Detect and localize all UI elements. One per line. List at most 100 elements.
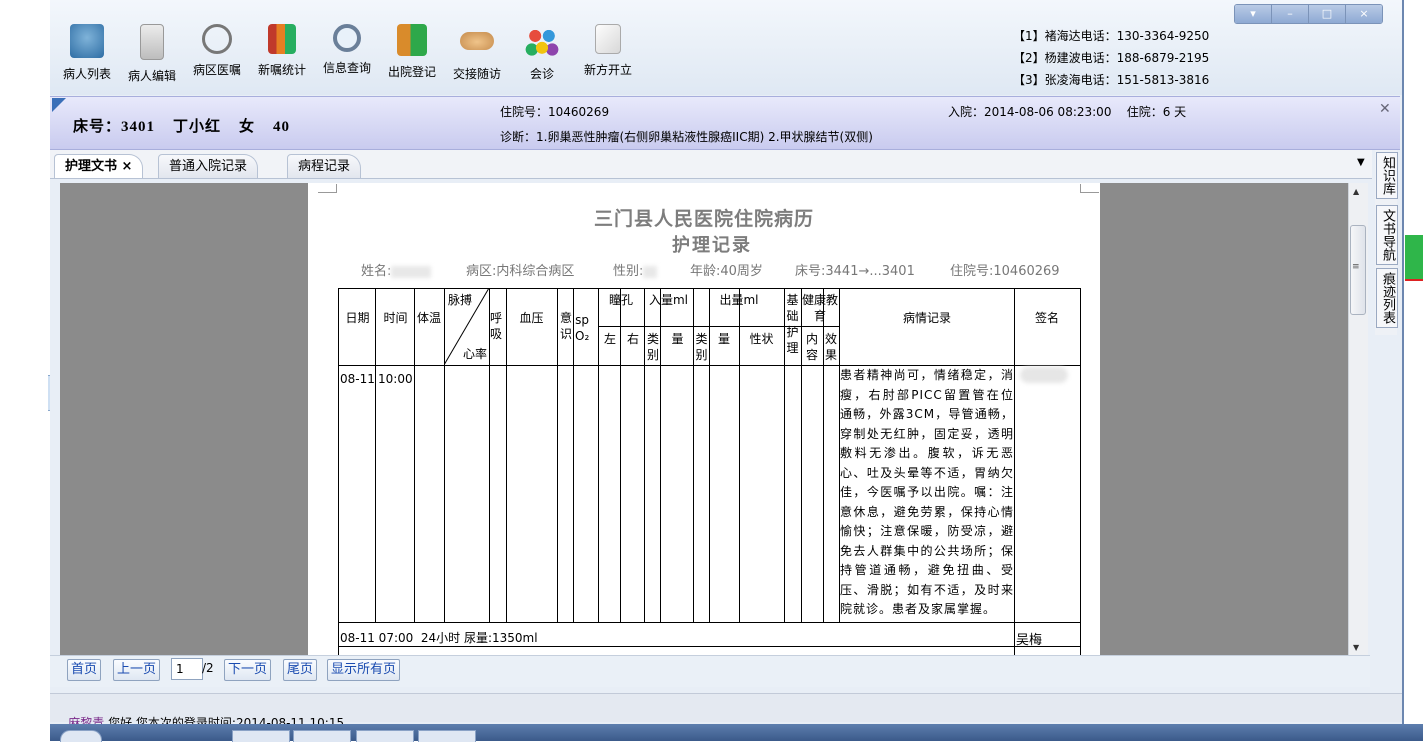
window-menu-button[interactable]: ▾ [1235, 5, 1271, 23]
scroll-down-icon[interactable]: ▼ [1353, 643, 1359, 652]
group-icon [525, 24, 559, 58]
prescription-icon [595, 24, 621, 54]
header-temp: 体温 [416, 311, 441, 325]
row2-signature: 吴梅 [1016, 633, 1043, 648]
maximize-button[interactable]: □ [1308, 5, 1345, 23]
first-page-button[interactable]: 首页 [67, 659, 102, 681]
header-basic-care: 基础护理 [786, 293, 799, 355]
redacted-signature [1020, 367, 1068, 383]
header-edu-effect: 效果 [824, 332, 837, 362]
show-all-pages-button[interactable]: 显示所有页 [327, 659, 401, 681]
contact-2: 【2】杨建波电话：188-6879-2195 [1013, 51, 1210, 65]
window-controls: ▾ – □ × [1234, 4, 1383, 24]
patient-name: 丁小红 [173, 119, 222, 135]
header-spo2: sp O₂ [575, 313, 590, 343]
scroll-up-icon[interactable]: ▲ [1353, 187, 1359, 196]
page-total: /2 [202, 661, 214, 675]
contact-3: 【3】张凌海电话：151-5813-3816 [1013, 73, 1210, 87]
minimize-button[interactable]: – [1271, 5, 1308, 23]
admission-field: 住院号:10460269 [950, 264, 1060, 279]
taskbar-item-2[interactable] [293, 730, 351, 742]
tab-admission-record[interactable]: 普通入院记录 [158, 154, 259, 178]
magnifier-icon [333, 24, 361, 52]
contact-list: 【1】褚海达电话：130-3364-9250 【2】杨建波电话：188-6879… [1013, 25, 1209, 91]
stay-days: 住院：6 天 [1126, 105, 1187, 119]
corner-marker [52, 98, 66, 112]
ward-field: 病区:内科综合病区 [466, 264, 575, 279]
exit-door-icon [397, 24, 427, 56]
tab-doc-navigation[interactable]: 文书导航 [1376, 205, 1398, 265]
page-corner-right [1080, 184, 1099, 193]
patient-sex: 女 [239, 119, 256, 135]
handshake-icon [460, 32, 494, 50]
record-title: 护理记录 [672, 235, 752, 255]
background-green-strip [1405, 235, 1423, 279]
new-prescription-button[interactable]: 新方开立 [577, 24, 639, 84]
scroll-grip-icon: ≡ [1352, 262, 1360, 272]
tab-menu-icon[interactable]: ▼ [1357, 157, 1365, 168]
header-output-property: 性状 [749, 332, 774, 346]
header-time: 时间 [383, 311, 408, 325]
admission-date: 入院：2014-08-06 08:23:00 [948, 105, 1112, 119]
header-date: 日期 [345, 311, 370, 325]
bed-number: 床号：3401 [73, 119, 156, 135]
header-output: 出量ml [719, 293, 759, 307]
info-query-button[interactable]: 信息查询 [316, 24, 378, 84]
background-red-strip [1405, 279, 1423, 281]
header-respiration: 呼吸 [489, 311, 502, 341]
stethoscope-icon [202, 24, 232, 54]
admission-number: 住院号：10460269 [500, 105, 610, 119]
header-record: 病情记录 [902, 311, 951, 325]
page-corner-left [318, 184, 337, 193]
header-consciousness: 意识 [559, 311, 572, 341]
last-page-button[interactable]: 尾页 [283, 659, 318, 681]
start-button[interactable] [60, 730, 102, 742]
header-intake-kind: 类别 [646, 332, 659, 362]
sex-field: 性别: [613, 260, 658, 279]
tab-progress-notes[interactable]: 病程记录 [287, 154, 362, 178]
close-patient-icon[interactable]: ✕ [1379, 101, 1391, 117]
tab-knowledge-base[interactable]: 知识库 [1376, 152, 1398, 199]
close-window-button[interactable]: × [1345, 5, 1382, 23]
header-intake: 入量ml [648, 293, 689, 307]
bed-field: 床号:3441→...3401 [795, 264, 915, 279]
header-intake-amount: 量 [671, 332, 684, 346]
patient-list-icon [70, 24, 104, 58]
taskbar-item-3[interactable] [356, 730, 414, 742]
row1-time: 10:00 [378, 372, 413, 386]
handover-followup-button[interactable]: 交接随访 [446, 24, 508, 84]
header-pulse: 脉搏 [448, 293, 473, 307]
header-edu-content: 内容 [805, 332, 818, 362]
next-page-button[interactable]: 下一页 [224, 659, 272, 681]
age-field: 年龄:40周岁 [690, 264, 763, 279]
redacted-sex [643, 265, 658, 278]
taskbar-item-1[interactable] [232, 730, 290, 742]
patient-summary: 床号：3401 丁小红 女 40 [73, 115, 308, 136]
header-heart-rate: 心率 [462, 347, 487, 361]
patient-name-field: 姓名: [361, 260, 432, 279]
diagnosis: 诊断：1.卵巢恶性肿瘤(右侧卵巢粘液性腺癌IIC期) 2.甲状腺结节(双侧) [500, 130, 873, 144]
page-number-input[interactable]: 1 [171, 658, 203, 680]
consultation-button[interactable]: 会诊 [511, 24, 573, 84]
outer-left-strip [0, 0, 50, 741]
hospital-title: 三门县人民医院住院病历 [593, 209, 814, 230]
patient-edit-button[interactable]: 病人编辑 [121, 24, 183, 84]
ward-orders-button[interactable]: 病区医嘱 [186, 24, 248, 84]
contact-1: 【1】褚海达电话：130-3364-9250 [1013, 29, 1210, 43]
redacted-name [391, 265, 432, 278]
header-health-education: 健康教育 [801, 293, 838, 323]
patient-age: 40 [273, 119, 291, 135]
header-pupil: 瞳孔 [608, 293, 633, 307]
row1-nursing-note[interactable]: 患者精神尚可，情绪稳定，消瘦，右肘部PICC留置管在位通畅，外露3CM，导管通畅… [840, 366, 1014, 620]
prev-page-button[interactable]: 上一页 [113, 659, 161, 681]
patient-list-button[interactable]: 病人列表 [56, 24, 118, 84]
taskbar-item-4[interactable] [418, 730, 476, 742]
header-pupil-left: 左 [603, 332, 616, 346]
new-orders-stats-button[interactable]: 新嘱统计 [251, 24, 313, 84]
tab-trace-list[interactable]: 痕迹列表 [1376, 268, 1398, 328]
status-bar: 麻黎青 您好,您本次的登录时间:2014-08-11 10:15 [50, 693, 1402, 730]
discharge-register-button[interactable]: 出院登记 [381, 24, 443, 84]
bar-chart-icon [268, 24, 296, 54]
header-signature: 签名 [1034, 311, 1059, 325]
tab-nursing-docs[interactable]: 护理文书 × [54, 154, 144, 178]
